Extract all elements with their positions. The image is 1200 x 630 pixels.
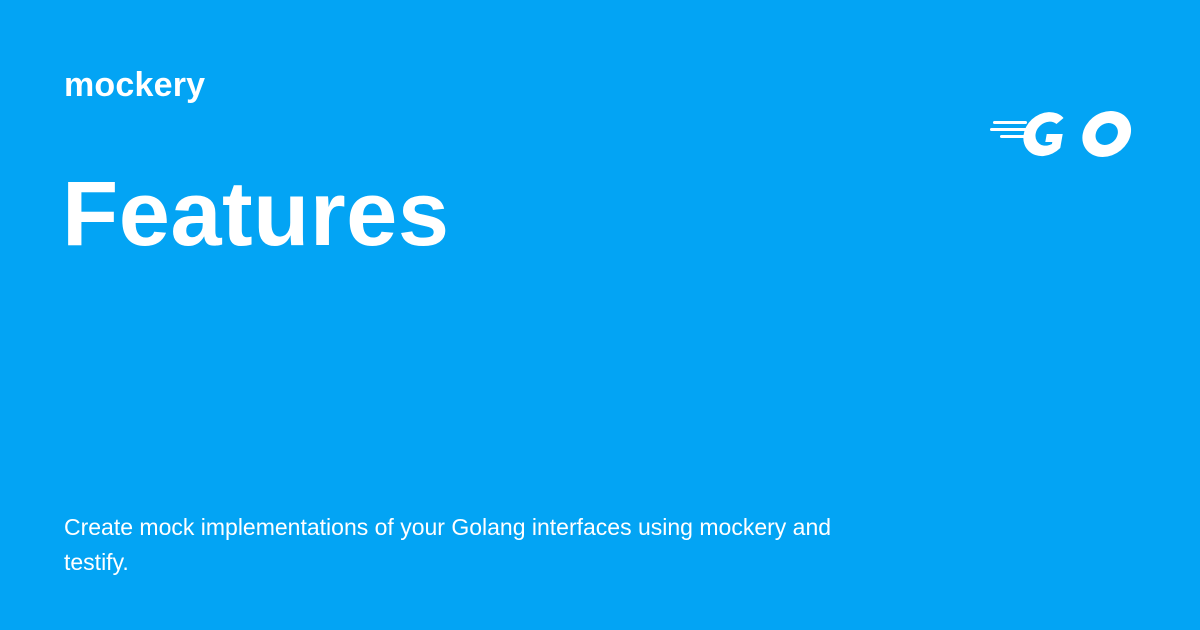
page-title: Features	[62, 163, 450, 265]
social-card: mockery Features Create mock implementat…	[0, 0, 1200, 630]
site-name: mockery	[64, 66, 206, 104]
page-description: Create mock implementations of your Gola…	[64, 514, 832, 575]
go-logo-icon	[990, 111, 1132, 157]
